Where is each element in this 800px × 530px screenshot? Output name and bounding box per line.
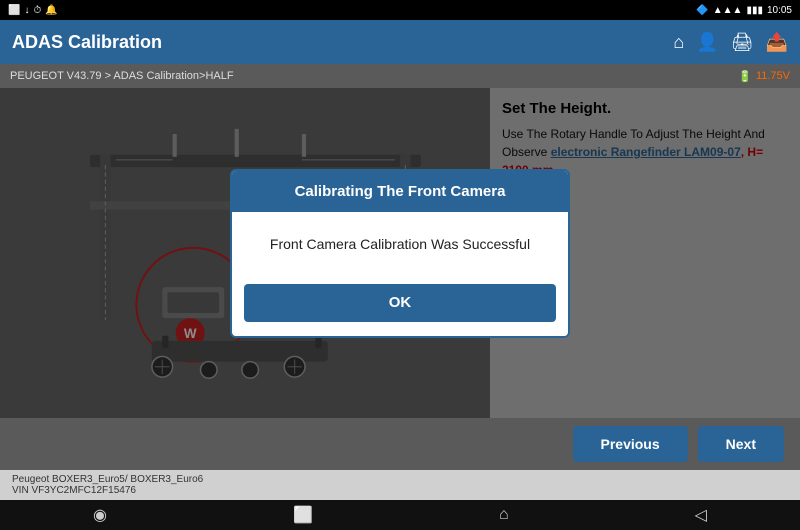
bluetooth-icon: 🔷 (696, 5, 708, 16)
clock: 10:05 (767, 5, 792, 16)
home-icon[interactable]: ⌂ (673, 32, 684, 53)
modal-message: Front Camera Calibration Was Successful (232, 212, 568, 276)
export-icon[interactable]: 📤 (766, 32, 788, 53)
action-bar: Previous Next (0, 418, 800, 470)
next-button[interactable]: Next (698, 426, 784, 462)
breadcrumb-bar: PEUGEOT V43.79 > ADAS Calibration>HALF 🔋… (0, 64, 800, 88)
battery-icon: ▮▮▮ (746, 5, 763, 16)
app-title: ADAS Calibration (12, 32, 162, 53)
main-area: W Set The Height. Us (0, 88, 800, 418)
print-icon[interactable]: 🖨 (731, 32, 754, 53)
home-nav-icon[interactable]: ⌂ (499, 506, 509, 524)
status-icon-3: ⏱ (33, 5, 41, 16)
status-left-icons: ⬜ ↓ ⏱ 🔔 (8, 5, 58, 16)
status-icon-1: ⬜ (8, 5, 20, 16)
ok-button[interactable]: OK (244, 284, 556, 322)
back-icon[interactable]: ◁ (695, 505, 707, 525)
previous-button[interactable]: Previous (573, 426, 688, 462)
voltage-display: 🔋 11.75V (738, 70, 790, 83)
breadcrumb: PEUGEOT V43.79 > ADAS Calibration>HALF (10, 70, 234, 82)
modal-footer: OK (232, 276, 568, 336)
battery-small-icon: 🔋 (738, 70, 752, 83)
footer: Peugeot BOXER3_Euro5/ BOXER3_Euro6 VIN V… (0, 470, 800, 500)
vehicle-line1: Peugeot BOXER3_Euro5/ BOXER3_Euro6 (12, 474, 203, 485)
header: ADAS Calibration ⌂ 👤 🖨 📤 (0, 20, 800, 64)
vehicle-line2: VIN VF3YC2MFC12F15476 (12, 485, 203, 496)
square-icon[interactable]: ⬜ (293, 505, 313, 525)
user-icon[interactable]: 👤 (696, 32, 718, 53)
status-icon-4: 🔔 (45, 5, 57, 16)
modal-dialog: Calibrating The Front Camera Front Camer… (230, 169, 570, 338)
nav-bar: ◉ ⬜ ⌂ ◁ (0, 500, 800, 530)
signal-icon: ▲▲▲ (713, 5, 743, 16)
header-icons: ⌂ 👤 🖨 📤 (673, 32, 788, 53)
modal-overlay: Calibrating The Front Camera Front Camer… (0, 88, 800, 418)
modal-title: Calibrating The Front Camera (232, 171, 568, 212)
recent-apps-icon[interactable]: ◉ (93, 505, 107, 525)
status-right-area: 🔷 ▲▲▲ ▮▮▮ 10:05 (696, 5, 792, 16)
status-icon-2: ↓ (24, 5, 29, 16)
vehicle-info: Peugeot BOXER3_Euro5/ BOXER3_Euro6 VIN V… (12, 474, 203, 496)
status-bar: ⬜ ↓ ⏱ 🔔 🔷 ▲▲▲ ▮▮▮ 10:05 (0, 0, 800, 20)
